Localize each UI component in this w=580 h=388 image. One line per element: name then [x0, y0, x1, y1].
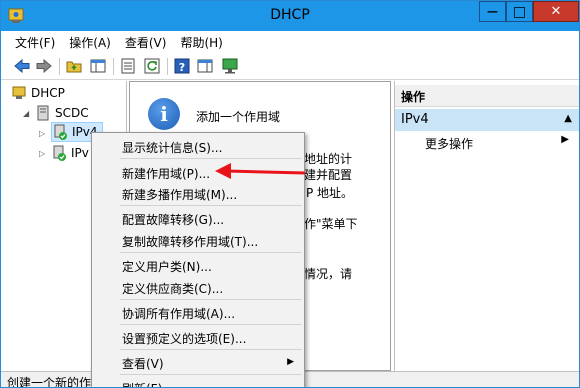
- monitor-icon[interactable]: [221, 57, 239, 75]
- tree-label-dhcp: DHCP: [31, 86, 65, 100]
- tree-label-ipv6: IPv: [71, 146, 89, 160]
- center-text-fragment: 作"菜单下: [304, 217, 358, 231]
- action-more-actions[interactable]: 更多操作: [425, 135, 473, 152]
- center-text-fragment: 建并配置: [304, 168, 353, 182]
- action-pane-header: 操作: [395, 85, 579, 107]
- server-icon: [37, 105, 49, 121]
- ipv6-check-icon: [53, 145, 66, 161]
- action-pane: 操作 IPv4 ▲ 更多操作 ▶: [394, 81, 579, 371]
- info-icon: i: [148, 98, 180, 130]
- ctx-define-vendor-classes[interactable]: 定义供应商类(C)...: [122, 280, 302, 297]
- center-text-fragment: P 地址。: [306, 186, 354, 200]
- action-section-label: IPv4: [401, 112, 429, 127]
- toolbar-separator: [167, 58, 168, 75]
- tree-label-scdc: SCDC: [55, 106, 89, 120]
- menu-help[interactable]: 帮助(H): [180, 34, 222, 51]
- forward-icon[interactable]: [35, 57, 53, 75]
- menu-separator: [120, 299, 302, 300]
- back-icon[interactable]: [13, 57, 31, 75]
- close-button[interactable]: ✕: [533, 1, 579, 22]
- center-text-fragment: 地址的计: [304, 152, 353, 166]
- dhcp-window: DHCP — □ ✕ 文件(F) 操作(A) 查看(V) 帮助(H) ? DHC…: [0, 0, 580, 388]
- status-text: 创建一个新的作: [7, 376, 92, 388]
- menu-separator: [120, 324, 302, 325]
- menu-file[interactable]: 文件(F): [15, 34, 55, 51]
- menu-separator: [120, 349, 302, 350]
- menu-separator: [120, 158, 302, 159]
- ctx-view[interactable]: 查看(V): [122, 355, 302, 372]
- submenu-arrow-icon[interactable]: ▶: [561, 134, 569, 145]
- minimize-icon: —: [487, 5, 498, 18]
- properties-icon[interactable]: [119, 57, 137, 75]
- minimize-button[interactable]: —: [479, 1, 506, 22]
- ctx-set-predefined-options[interactable]: 设置预定义的选项(E)...: [122, 330, 302, 347]
- action-section-ipv4[interactable]: IPv4 ▲: [395, 109, 579, 131]
- toolbar-separator: [59, 58, 60, 75]
- title-bar[interactable]: DHCP — □ ✕: [1, 1, 579, 31]
- collapse-arrow-icon[interactable]: ▷: [39, 129, 45, 138]
- ctx-new-scope[interactable]: 新建作用域(P)...: [122, 165, 302, 182]
- menu-view[interactable]: 查看(V): [125, 34, 167, 51]
- menu-action[interactable]: 操作(A): [69, 34, 111, 51]
- maximize-button[interactable]: □: [506, 1, 533, 22]
- center-title: 添加一个作用域: [196, 110, 281, 124]
- menu-separator: [120, 374, 302, 375]
- ctx-reconcile-all-scopes[interactable]: 协调所有作用域(A)...: [122, 305, 302, 322]
- ctx-show-statistics[interactable]: 显示统计信息(S)...: [122, 139, 302, 156]
- up-folder-icon[interactable]: [65, 57, 83, 75]
- collapse-arrow-icon[interactable]: ▷: [39, 149, 45, 158]
- dhcp-tree-icon: [12, 86, 26, 99]
- ipv4-check-icon: [54, 124, 67, 140]
- expand-arrow-icon[interactable]: ◢: [23, 109, 29, 118]
- ctx-replicate-failover-scopes[interactable]: 复制故障转移作用域(T)...: [122, 233, 302, 250]
- tree-item-scdc[interactable]: SCDC: [35, 103, 89, 123]
- menu-separator: [120, 205, 302, 206]
- tree-item-dhcp[interactable]: DHCP: [11, 83, 65, 103]
- ctx-define-user-classes[interactable]: 定义用户类(N)...: [122, 258, 302, 275]
- submenu-arrow-icon: ▶: [287, 357, 294, 367]
- svg-text:?: ?: [179, 61, 185, 74]
- help-icon[interactable]: ?: [173, 57, 191, 75]
- ctx-refresh[interactable]: 刷新(F): [122, 380, 302, 387]
- close-icon: ✕: [550, 4, 562, 19]
- toolbar: ?: [1, 53, 579, 80]
- menu-bar: 文件(F) 操作(A) 查看(V) 帮助(H): [1, 31, 579, 53]
- ctx-new-multicast-scope[interactable]: 新建多播作用域(M)...: [122, 186, 302, 203]
- action-pane-icon[interactable]: [196, 57, 214, 75]
- show-hide-tree-icon[interactable]: [89, 57, 107, 75]
- menu-separator: [120, 252, 302, 253]
- context-menu: 显示统计信息(S)... 新建作用域(P)... 新建多播作用域(M)... 配…: [91, 132, 305, 387]
- toolbar-separator: [113, 58, 114, 75]
- collapse-caret-icon[interactable]: ▲: [564, 113, 572, 124]
- center-text-fragment: 情况，请: [304, 267, 353, 281]
- ctx-configure-failover[interactable]: 配置故障转移(G)...: [122, 211, 302, 228]
- refresh-icon[interactable]: [143, 57, 161, 75]
- maximize-icon: □: [512, 3, 527, 20]
- tree-item-ipv6[interactable]: IPv: [51, 143, 89, 163]
